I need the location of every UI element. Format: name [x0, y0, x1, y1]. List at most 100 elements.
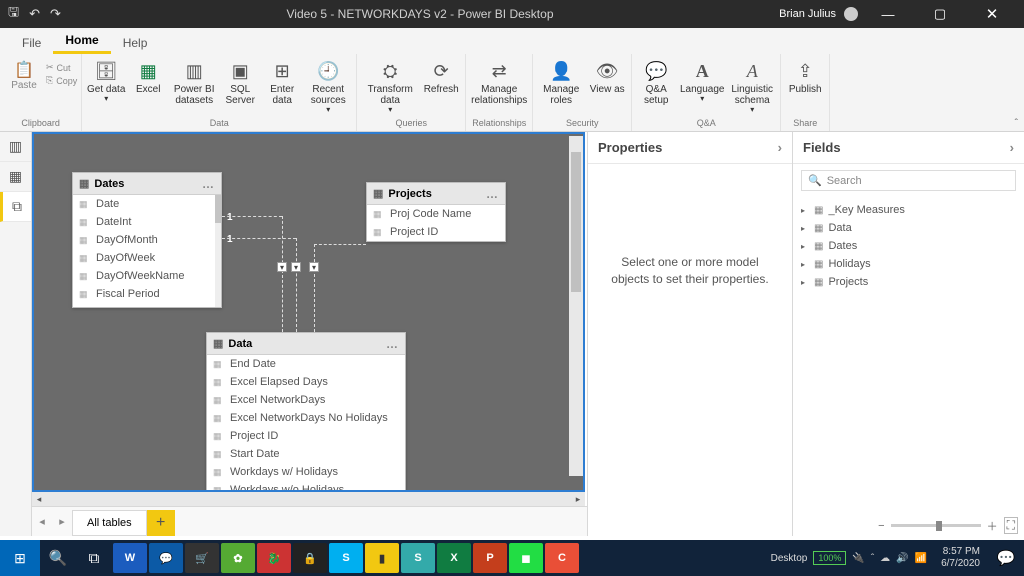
field-row[interactable]: ▦DayOfWeek: [73, 249, 221, 267]
field-row[interactable]: ▦Proj Code Name: [367, 205, 505, 223]
field-row[interactable]: ▦Project ID: [207, 427, 405, 445]
view-as-button[interactable]: 👁View as: [587, 56, 627, 95]
maximize-button[interactable]: ▢: [918, 6, 962, 22]
field-row[interactable]: ▦Excel NetworkDays No Holidays: [207, 409, 405, 427]
zoom-in-icon[interactable]: ＋: [987, 518, 998, 534]
field-row[interactable]: ▦DateInt: [73, 213, 221, 231]
data-view-button[interactable]: ▦: [0, 162, 31, 192]
fields-node[interactable]: ▸▦_Key Measures: [799, 201, 1018, 219]
report-view-button[interactable]: ▥: [0, 132, 31, 162]
model-view-button[interactable]: ⧉: [0, 192, 31, 222]
taskbar-app[interactable]: ✿: [221, 543, 255, 573]
field-row[interactable]: ▦Excel Elapsed Days: [207, 373, 405, 391]
chevron-right-icon[interactable]: ›: [1010, 140, 1014, 155]
save-icon[interactable]: 🖫: [8, 3, 19, 25]
qa-setup-button[interactable]: 💬Q&A setup: [636, 56, 676, 106]
tab-home[interactable]: Home: [53, 29, 110, 54]
show-desktop-label[interactable]: Desktop: [765, 553, 814, 564]
tab-help[interactable]: Help: [111, 32, 160, 54]
table-dates[interactable]: ▦Dates… ▦Date ▦DateInt ▦DayOfMonth ▦DayO…: [72, 172, 222, 308]
zoom-slider[interactable]: [891, 524, 981, 527]
refresh-button[interactable]: ⟳Refresh: [421, 56, 461, 95]
chevron-right-icon[interactable]: ›: [778, 140, 782, 155]
field-row[interactable]: ▦Excel NetworkDays: [207, 391, 405, 409]
pager-prev[interactable]: ◂: [32, 507, 52, 536]
field-row[interactable]: ▦End Date: [207, 355, 405, 373]
fields-node[interactable]: ▸▦Holidays: [799, 255, 1018, 273]
battery-indicator[interactable]: 100%: [813, 551, 846, 565]
field-row[interactable]: ▦Start Date: [207, 445, 405, 463]
relationship-arrow-icon[interactable]: ▾: [277, 262, 287, 272]
taskbar-app[interactable]: P: [473, 543, 507, 573]
fields-search[interactable]: 🔍Search: [801, 170, 1016, 191]
table-projects[interactable]: ▦Projects… ▦Proj Code Name ▦Project ID: [366, 182, 506, 242]
taskbar-app[interactable]: 🐉: [257, 543, 291, 573]
sql-server-button[interactable]: ▣SQL Server: [220, 56, 260, 106]
table-menu-icon[interactable]: …: [486, 187, 499, 201]
taskbar-app[interactable]: W: [113, 543, 147, 573]
recent-sources-button[interactable]: 🕘Recent sources▾: [304, 56, 352, 115]
notifications-icon[interactable]: 💬: [988, 540, 1024, 576]
field-row[interactable]: ▦Project ID: [367, 223, 505, 241]
fields-node[interactable]: ▸▦Projects: [799, 273, 1018, 291]
start-button[interactable]: ⊞: [0, 540, 40, 576]
task-view-icon[interactable]: ⧉: [76, 540, 112, 576]
taskbar-app[interactable]: 🔒: [293, 543, 327, 573]
search-icon[interactable]: 🔍: [40, 540, 76, 576]
taskbar-app[interactable]: 🛒: [185, 543, 219, 573]
zoom-control[interactable]: − ＋ ⛶: [878, 517, 1018, 534]
table-data[interactable]: ▦Data… ▦End Date ▦Excel Elapsed Days ▦Ex…: [206, 332, 406, 492]
field-row[interactable]: ▦Date: [73, 195, 221, 213]
tab-file[interactable]: File: [10, 32, 53, 54]
enter-data-button[interactable]: ⊞Enter data: [262, 56, 302, 106]
tab-all-tables[interactable]: All tables: [72, 510, 147, 536]
relationship-arrow-icon[interactable]: ▾: [291, 262, 301, 272]
table-menu-icon[interactable]: …: [386, 337, 399, 351]
manage-relationships-button[interactable]: ⇄Manage relationships: [470, 56, 528, 106]
copy-button[interactable]: ⎘Copy: [46, 75, 77, 86]
system-tray[interactable]: 🔌ˆ☁🔊📶: [846, 553, 933, 564]
taskbar-app[interactable]: 💬: [149, 543, 183, 573]
fields-node[interactable]: ▸▦Dates: [799, 237, 1018, 255]
paste-button[interactable]: 📋 Paste: [4, 56, 44, 91]
clock[interactable]: 8:57 PM6/7/2020: [933, 546, 988, 570]
canvas-scroll-v[interactable]: [569, 136, 583, 476]
field-row[interactable]: ▦DayOfMonth: [73, 231, 221, 249]
table-scrollbar[interactable]: [215, 195, 221, 307]
linguistic-schema-button[interactable]: ALinguistic schema▾: [728, 56, 776, 115]
taskbar-app[interactable]: ◼: [509, 543, 543, 573]
collapse-ribbon-icon[interactable]: ˆ: [1015, 118, 1018, 129]
manage-roles-button[interactable]: 👤Manage roles: [537, 56, 585, 106]
canvas-scroll-h[interactable]: ◂▸: [32, 492, 585, 506]
taskbar-app[interactable]: C: [545, 543, 579, 573]
add-tab-button[interactable]: +: [147, 510, 175, 536]
user-avatar[interactable]: [844, 7, 858, 21]
redo-icon[interactable]: ↷: [50, 6, 61, 22]
cut-button[interactable]: ✂Cut: [46, 62, 77, 73]
publish-button[interactable]: ⇪Publish: [785, 56, 825, 95]
undo-icon[interactable]: ↶: [29, 6, 40, 22]
model-canvas[interactable]: ▦Dates… ▦Date ▦DateInt ▦DayOfMonth ▦DayO…: [32, 132, 585, 492]
excel-button[interactable]: ▦Excel: [128, 56, 168, 95]
get-data-button[interactable]: 🗄Get data▾: [86, 56, 126, 104]
relationship-cardinality: 1: [227, 234, 233, 245]
language-button[interactable]: ALanguage▾: [678, 56, 726, 104]
taskbar-app[interactable]: X: [437, 543, 471, 573]
fit-to-page-icon[interactable]: ⛶: [1004, 517, 1018, 534]
pbi-datasets-button[interactable]: ▥Power BI datasets: [170, 56, 218, 106]
taskbar-app[interactable]: S: [329, 543, 363, 573]
pager-next[interactable]: ▸: [52, 507, 72, 536]
field-row[interactable]: ▦Fiscal Period: [73, 285, 221, 303]
field-row[interactable]: ▦DayOfWeekName: [73, 267, 221, 285]
minimize-button[interactable]: —: [866, 7, 910, 22]
taskbar-app[interactable]: ▮: [365, 543, 399, 573]
taskbar-app[interactable]: S: [401, 543, 435, 573]
fields-node[interactable]: ▸▦Data: [799, 219, 1018, 237]
table-menu-icon[interactable]: …: [202, 177, 215, 191]
field-row[interactable]: ▦Workdays w/o Holidays: [207, 481, 405, 492]
close-button[interactable]: ✕: [970, 5, 1014, 23]
relationship-arrow-icon[interactable]: ▾: [309, 262, 319, 272]
transform-data-button[interactable]: ⛭Transform data▾: [361, 56, 419, 115]
zoom-out-icon[interactable]: −: [878, 520, 884, 532]
field-row[interactable]: ▦Workdays w/ Holidays: [207, 463, 405, 481]
